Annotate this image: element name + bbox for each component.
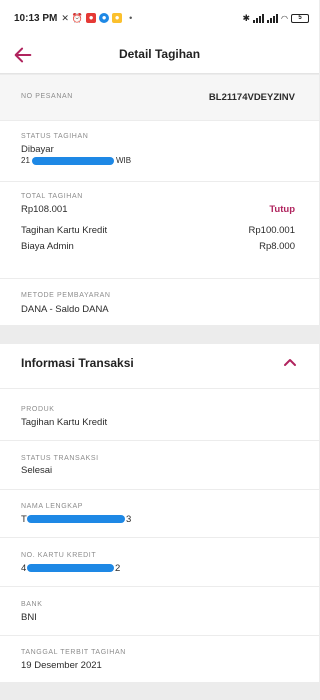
app-bar: Detail Tagihan — [0, 36, 319, 74]
status-time: 10:13 PM — [14, 12, 58, 24]
item-name-2: Biaya Admin — [21, 241, 74, 252]
note-icon-yellow: ● — [112, 13, 123, 23]
redacted-date — [32, 157, 114, 165]
status-bar: 10:13 PM ✕ ⏰ ● ● ● • ✱ ◠ 5 — [0, 0, 319, 36]
card-number-label: NO. KARTU KREDIT — [21, 552, 97, 559]
bill-date-value: 19 Desember 2021 — [21, 660, 102, 671]
status-value: Dibayar — [21, 144, 54, 155]
payment-method-label: METODE PEMBAYARAN — [21, 292, 111, 299]
bill-details-panel: STATUS TAGIHAN Dibayar 21 WIB TOTAL TAGI… — [0, 121, 319, 325]
divider — [0, 440, 319, 441]
transaction-section-title: Informasi Transaksi — [21, 356, 134, 370]
bank-value: BNI — [21, 612, 37, 623]
total-label: TOTAL TAGIHAN — [21, 193, 83, 200]
divider — [0, 586, 319, 587]
redacted-card-number — [27, 564, 114, 572]
signal-icon-2 — [267, 13, 279, 23]
order-panel: NO PESANAN BL21174VDEYZINV — [0, 75, 319, 120]
redacted-name — [27, 515, 125, 523]
item-amount-1: Rp100.001 — [248, 225, 295, 236]
divider — [0, 388, 319, 389]
chevron-up-icon[interactable] — [283, 357, 297, 367]
total-value: Rp108.001 — [21, 204, 68, 215]
order-label: NO PESANAN — [21, 93, 73, 100]
item-name-1: Tagihan Kartu Kredit — [21, 225, 108, 236]
payment-method-value: DANA - Saldo DANA — [21, 304, 109, 315]
transaction-info-panel: Informasi Transaksi PRODUK Tagihan Kartu… — [0, 344, 319, 682]
status-date-prefix: 21 — [21, 156, 30, 165]
product-value: Tagihan Kartu Kredit — [21, 417, 108, 428]
full-name-prefix: T — [21, 514, 27, 525]
page-title: Detail Tagihan — [118, 47, 201, 61]
item-amount-2: Rp8.000 — [259, 241, 295, 252]
transaction-status-label: STATUS TRANSAKSI — [21, 455, 99, 462]
alarm-icon: ⏰ — [71, 12, 84, 23]
chat-icon-blue: ● — [99, 13, 110, 23]
bank-label: BANK — [21, 601, 43, 608]
app-icon-red: ● — [86, 13, 97, 23]
collapse-total-link[interactable]: Tutup — [269, 204, 295, 215]
wifi-icon: ◠ — [281, 13, 288, 23]
full-name-suffix: 3 — [126, 514, 132, 525]
signal-icon — [253, 13, 265, 23]
card-number-prefix: 4 — [21, 563, 27, 574]
status-icons: ✕ ⏰ ● ● ● • — [61, 13, 132, 24]
order-number: BL21174VDEYZINV — [208, 92, 295, 103]
divider — [0, 635, 319, 636]
full-name-label: NAMA LENGKAP — [21, 503, 84, 510]
bell-off-icon: ✕ — [61, 12, 69, 23]
status-date-suffix: WIB — [116, 156, 132, 165]
status-right: ✱ ◠ 5 — [242, 13, 309, 24]
bill-date-label: TANGGAL TERBIT TAGIHAN — [21, 649, 126, 656]
status-label: STATUS TAGIHAN — [21, 133, 89, 140]
divider — [0, 181, 319, 182]
transaction-status-value: Selesai — [21, 465, 53, 476]
divider — [0, 278, 319, 279]
divider — [0, 537, 319, 538]
dot-icon: • — [129, 13, 133, 23]
divider — [0, 489, 319, 490]
card-number-suffix: 2 — [115, 563, 121, 574]
bluetooth-icon: ✱ — [242, 12, 251, 23]
battery-icon: 5 — [291, 13, 309, 23]
product-label: PRODUK — [21, 406, 55, 413]
